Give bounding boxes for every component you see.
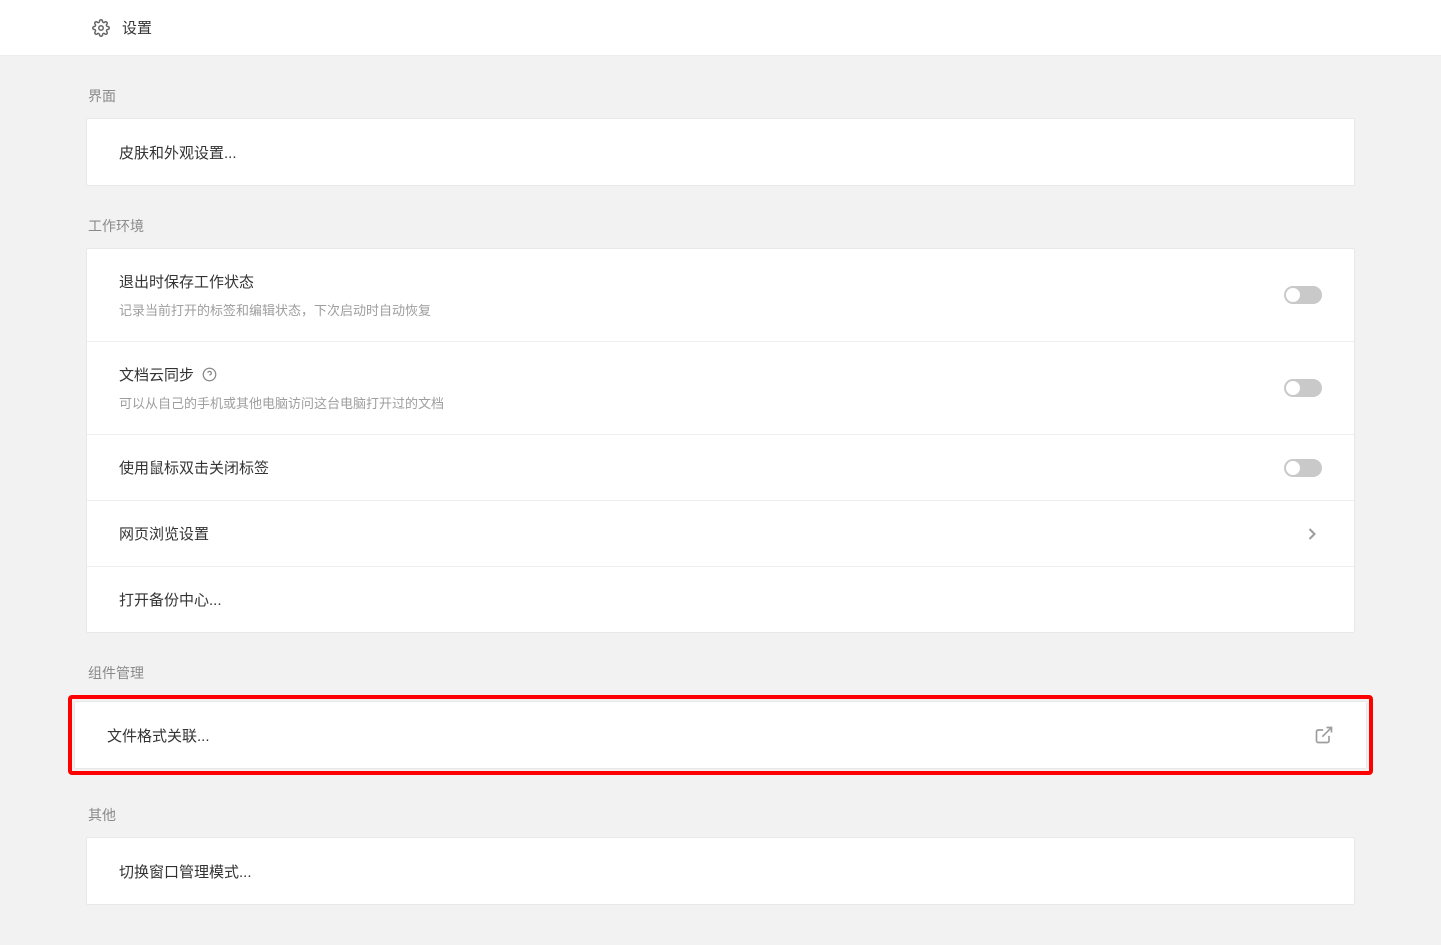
external-link-icon — [1314, 725, 1334, 745]
chevron-right-icon — [1302, 524, 1322, 544]
row-title: 文件格式关联... — [107, 725, 210, 746]
card-components: 文件格式关联... — [74, 701, 1367, 769]
card-other: 切换窗口管理模式... — [86, 837, 1355, 905]
row-title: 使用鼠标双击关闭标签 — [119, 457, 269, 478]
gear-icon — [92, 19, 110, 37]
page-title: 设置 — [122, 17, 152, 38]
section-label-workenv: 工作环境 — [86, 216, 1355, 236]
row-desc: 可以从自己的手机或其他电脑访问这台电脑打开过的文档 — [119, 393, 444, 412]
section-label-other: 其他 — [86, 805, 1355, 825]
highlight-annotation: 文件格式关联... — [68, 695, 1373, 775]
row-title: 切换窗口管理模式... — [119, 861, 252, 882]
row-title: 皮肤和外观设置... — [119, 142, 237, 163]
card-workenv: 退出时保存工作状态 记录当前打开的标签和编辑状态，下次启动时自动恢复 文档云同步… — [86, 248, 1355, 633]
row-window-mode[interactable]: 切换窗口管理模式... — [87, 838, 1354, 904]
help-icon[interactable] — [202, 367, 217, 382]
card-interface: 皮肤和外观设置... — [86, 118, 1355, 186]
row-backup-center[interactable]: 打开备份中心... — [87, 566, 1354, 632]
row-file-format[interactable]: 文件格式关联... — [75, 702, 1366, 768]
toggle-save-state[interactable] — [1284, 286, 1322, 304]
toggle-cloud-sync[interactable] — [1284, 379, 1322, 397]
section-label-components: 组件管理 — [86, 663, 1355, 683]
row-title: 文档云同步 — [119, 364, 444, 385]
settings-content: 界面 皮肤和外观设置... 工作环境 退出时保存工作状态 记录当前打开的标签和编… — [0, 86, 1441, 905]
toggle-double-click[interactable] — [1284, 459, 1322, 477]
row-web-browse[interactable]: 网页浏览设置 — [87, 500, 1354, 566]
row-cloud-sync[interactable]: 文档云同步 可以从自己的手机或其他电脑访问这台电脑打开过的文档 — [87, 341, 1354, 434]
page-header: 设置 — [0, 0, 1441, 56]
row-title: 网页浏览设置 — [119, 523, 209, 544]
row-double-click-close[interactable]: 使用鼠标双击关闭标签 — [87, 434, 1354, 500]
section-label-interface: 界面 — [86, 86, 1355, 106]
row-desc: 记录当前打开的标签和编辑状态，下次启动时自动恢复 — [119, 300, 431, 319]
row-skin-appearance[interactable]: 皮肤和外观设置... — [87, 119, 1354, 185]
row-save-state[interactable]: 退出时保存工作状态 记录当前打开的标签和编辑状态，下次启动时自动恢复 — [87, 249, 1354, 341]
row-title: 打开备份中心... — [119, 589, 222, 610]
row-title: 退出时保存工作状态 — [119, 271, 431, 292]
